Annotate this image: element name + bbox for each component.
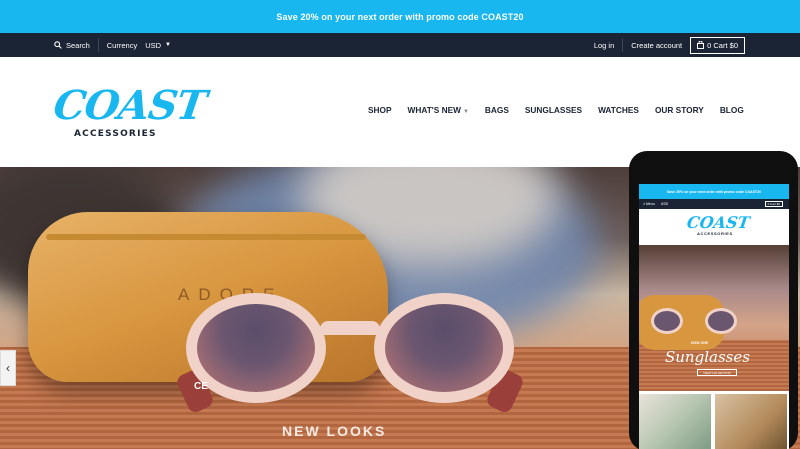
phone-hero-sub: HOW ONE (691, 341, 709, 345)
logo[interactable]: COAST ACCESSORIES (51, 82, 209, 144)
storefront-page: Save 20% on your next order with promo c… (0, 0, 800, 449)
nav-whats-new[interactable]: WHAT'S NEW ▼ (408, 105, 469, 115)
promo-bar: Save 20% on your next order with promo c… (0, 0, 800, 33)
chevron-left-icon: ‹ (6, 361, 10, 375)
phone-logo[interactable]: COAST (686, 213, 751, 232)
phone-mockup: Save 20% on your next order with promo c… (629, 151, 798, 449)
hero-caption: NEW LOOKS (282, 423, 387, 439)
currency-label: Currency (106, 40, 138, 50)
sunglasses-image: CE (174, 293, 526, 415)
create-account-link[interactable]: Create account (631, 41, 682, 50)
bag-icon (697, 41, 705, 49)
currency-selector[interactable]: Currency USD ▼ (107, 41, 171, 50)
login-link[interactable]: Log in (594, 41, 614, 50)
search-label: Search (66, 40, 90, 50)
cart-button[interactable]: 0 Cart $0 (690, 36, 745, 54)
slideshow-prev-button[interactable]: ‹ (0, 350, 16, 386)
chevron-down-icon: ▼ (165, 42, 171, 48)
phone-hero-title: Sunglasses (665, 348, 750, 366)
ce-mark: CE (194, 381, 208, 392)
cart-label: 0 Cart $0 (707, 40, 738, 50)
logo-sub: ACCESSORIES (74, 129, 157, 139)
nav-shop[interactable]: SHOP (368, 105, 392, 115)
phone-currency[interactable]: USD (661, 202, 668, 206)
promo-text: Save 20% on your next order with promo c… (276, 11, 524, 22)
logo-word: COAST (50, 82, 209, 129)
nav-blog[interactable]: BLOG (720, 105, 744, 115)
utility-divider (622, 38, 624, 52)
search-button[interactable]: Search (54, 41, 90, 50)
phone-hero: HOW ONE Sunglasses VIEW COLLECTION (639, 245, 789, 391)
main-nav: SHOP WHAT'S NEW ▼ BAGS SUNGLASSES WATCHES… (368, 105, 744, 115)
phone-header: COAST ACCESSORIES (639, 209, 789, 245)
phone-cart-button[interactable]: 0 Cart $0 (764, 201, 783, 207)
nav-watches[interactable]: WATCHES (598, 105, 639, 115)
phone-thumbnail[interactable] (715, 394, 787, 449)
phone-promo-bar: Save 20% on your next order with promo c… (639, 184, 789, 199)
nav-bags[interactable]: BAGS (485, 105, 509, 115)
phone-thumbnail[interactable] (639, 394, 711, 449)
phone-logo-sub: ACCESSORIES (697, 231, 733, 236)
nav-whats-new-label: WHAT'S NEW (407, 105, 461, 115)
phone-utility-bar: ≡ Menu USD 0 Cart $0 (639, 199, 789, 209)
phone-screen: Save 20% on your next order with promo c… (639, 184, 789, 449)
utility-bar: Search Currency USD ▼ Log in Create acco… (0, 33, 800, 57)
phone-hero-button[interactable]: VIEW COLLECTION (697, 369, 737, 376)
currency-value: USD (145, 40, 162, 50)
nav-our-story[interactable]: OUR STORY (655, 105, 704, 115)
phone-menu-button[interactable]: ≡ Menu (643, 202, 655, 206)
utility-divider (97, 38, 99, 52)
chevron-down-icon: ▼ (462, 109, 469, 115)
search-icon (54, 41, 62, 49)
nav-sunglasses[interactable]: SUNGLASSES (525, 105, 582, 115)
phone-promo-text: Save 20% on your next order with promo c… (666, 189, 762, 194)
